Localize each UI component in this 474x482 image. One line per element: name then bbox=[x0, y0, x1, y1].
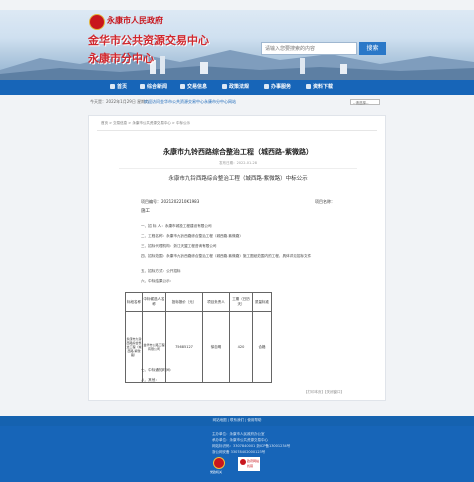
search-input[interactable] bbox=[261, 42, 357, 55]
welcome-notice: 欢迎访问金华市公共资源交易中心永康市分中心网站 bbox=[144, 99, 236, 104]
main-nav: 首页 综合新闻 交易信息 政策法规 办事服务 资料下载 bbox=[0, 80, 474, 95]
footer-info: 网站标识码：3307840001 浙ICP备13001234号 bbox=[212, 444, 291, 448]
nav-label: 资料下载 bbox=[313, 84, 334, 90]
national-emblem-icon bbox=[89, 14, 105, 30]
site-subtitle: 永康市分中心 bbox=[88, 52, 154, 65]
table-cell: 420 bbox=[229, 311, 253, 383]
error-report-badge[interactable]: 政府网站 找错 bbox=[238, 457, 260, 471]
nav-item-service[interactable]: 办事服务 bbox=[264, 80, 291, 95]
project-number: 项目编号：2021202210K1983 bbox=[141, 199, 200, 204]
table-header: 项目负责人 bbox=[202, 292, 230, 312]
close-link[interactable]: 【关闭窗口】 bbox=[323, 390, 344, 395]
table-header: 工期（日历天） bbox=[229, 292, 253, 312]
body-line: 四、招标范围：永康市九铃西路综合整治工程（城西路-紫微路）施工图纸范围内的工程，… bbox=[141, 254, 312, 258]
news-icon bbox=[140, 84, 145, 89]
footer-info: 主办单位：永康市人民政府办公室 bbox=[212, 432, 265, 436]
party-gov-badge-icon[interactable] bbox=[213, 457, 225, 469]
table-header: 中标候选人名称 bbox=[142, 292, 166, 312]
table-cell: 永康市九铃西路综合整治工程（城西路-紫微路） bbox=[125, 311, 143, 383]
body-line: 八、其他： bbox=[141, 378, 159, 382]
error-report-label: 找错 bbox=[247, 464, 254, 468]
table-cell: 合格 bbox=[252, 311, 272, 383]
service-icon bbox=[264, 84, 269, 89]
error-report-icon bbox=[240, 459, 246, 465]
nav-label: 综合新闻 bbox=[147, 84, 168, 90]
divider bbox=[97, 130, 377, 131]
nav-label: 首页 bbox=[117, 84, 128, 90]
nav-label: 政策法规 bbox=[229, 84, 250, 90]
download-icon bbox=[306, 84, 311, 89]
publish-date: 发布日期：2022-01-28 bbox=[219, 161, 257, 165]
search-button[interactable]: 搜索 bbox=[359, 42, 386, 55]
nav-item-news[interactable]: 综合新闻 bbox=[140, 80, 167, 95]
nav-item-download[interactable]: 资料下载 bbox=[306, 80, 333, 95]
home-icon bbox=[110, 84, 115, 89]
divider bbox=[119, 168, 357, 169]
city-skyline-image bbox=[0, 50, 474, 80]
table-header-row: 标段名称 中标候选人名称 投标报价（元） 项目负责人 工期（日历天） 质量标准 bbox=[125, 292, 272, 312]
current-date: 今天是：2022年1月29日 星期六 bbox=[90, 99, 150, 104]
breadcrumb[interactable]: 首页 > 交易信息 > 永康市公共资源交易中心 > 中标公示 bbox=[101, 121, 190, 126]
section-value: 施工 bbox=[141, 209, 150, 214]
gov-name[interactable]: 永康市人民政府 bbox=[107, 15, 163, 26]
print-link[interactable]: 【打印本页】 bbox=[304, 390, 325, 395]
table-header: 标段名称 bbox=[125, 292, 143, 312]
table-header: 投标报价（元） bbox=[165, 292, 203, 312]
table-cell: 徐自明 bbox=[202, 311, 230, 383]
top-strip bbox=[0, 0, 474, 10]
nav-item-trade[interactable]: 交易信息 bbox=[180, 80, 207, 95]
nav-item-policy[interactable]: 政策法规 bbox=[222, 80, 249, 95]
body-line: 一、招 标 人：永康市城投工程建设有限公司 bbox=[141, 224, 212, 228]
table-header: 质量标准 bbox=[252, 292, 272, 312]
footer-links[interactable]: 网站地图 | 联系我们 | 使用帮助 bbox=[0, 418, 474, 423]
body-line: 六、中标结果公示： bbox=[141, 279, 174, 283]
body-line: 三、招标代理机构：浙江天翼工程咨询有限公司 bbox=[141, 244, 217, 248]
header-banner: 永康市人民政府 金华市公共资源交易中心 永康市分中心 搜索 bbox=[0, 10, 474, 80]
trade-icon bbox=[180, 84, 185, 89]
footer-info: 承办单位：永康市公共资源交易中心 bbox=[212, 438, 268, 442]
error-report-label: 政府网站 bbox=[247, 459, 260, 463]
section-label: 项目名称： bbox=[315, 199, 335, 204]
nav-label: 办事服务 bbox=[271, 84, 292, 90]
body-line: 五、招标方式：公开招标 bbox=[141, 269, 181, 273]
site-select[interactable]: --请选择-- bbox=[350, 99, 380, 105]
page-title: 永康市九铃西路综合整治工程（城西路-紫微路） bbox=[163, 148, 313, 156]
footer-info: 浙公网安备 33078402000123号 bbox=[212, 450, 266, 454]
body-line: 二、工程名称：永康市九铃西路综合整治工程（城西路-紫微路） bbox=[141, 234, 243, 238]
site-title: 金华市公共资源交易中心 bbox=[88, 34, 209, 47]
content-panel: 首页 > 交易信息 > 永康市公共资源交易中心 > 中标公示 永康市九铃西路综合… bbox=[88, 115, 386, 401]
nav-label: 交易信息 bbox=[187, 84, 208, 90]
nav-item-home[interactable]: 首页 bbox=[110, 80, 127, 95]
badge-label: 党政机关 bbox=[210, 470, 223, 474]
doc-heading: 永康市九铃西路综合整治工程（城西路-紫微路）中标公示 bbox=[168, 176, 308, 182]
body-line: 七、中标通知时间： bbox=[141, 368, 174, 372]
policy-icon bbox=[222, 84, 227, 89]
info-bar: 今天是：2022年1月29日 星期六 欢迎访问金华市公共资源交易中心永康市分中心… bbox=[88, 97, 386, 107]
